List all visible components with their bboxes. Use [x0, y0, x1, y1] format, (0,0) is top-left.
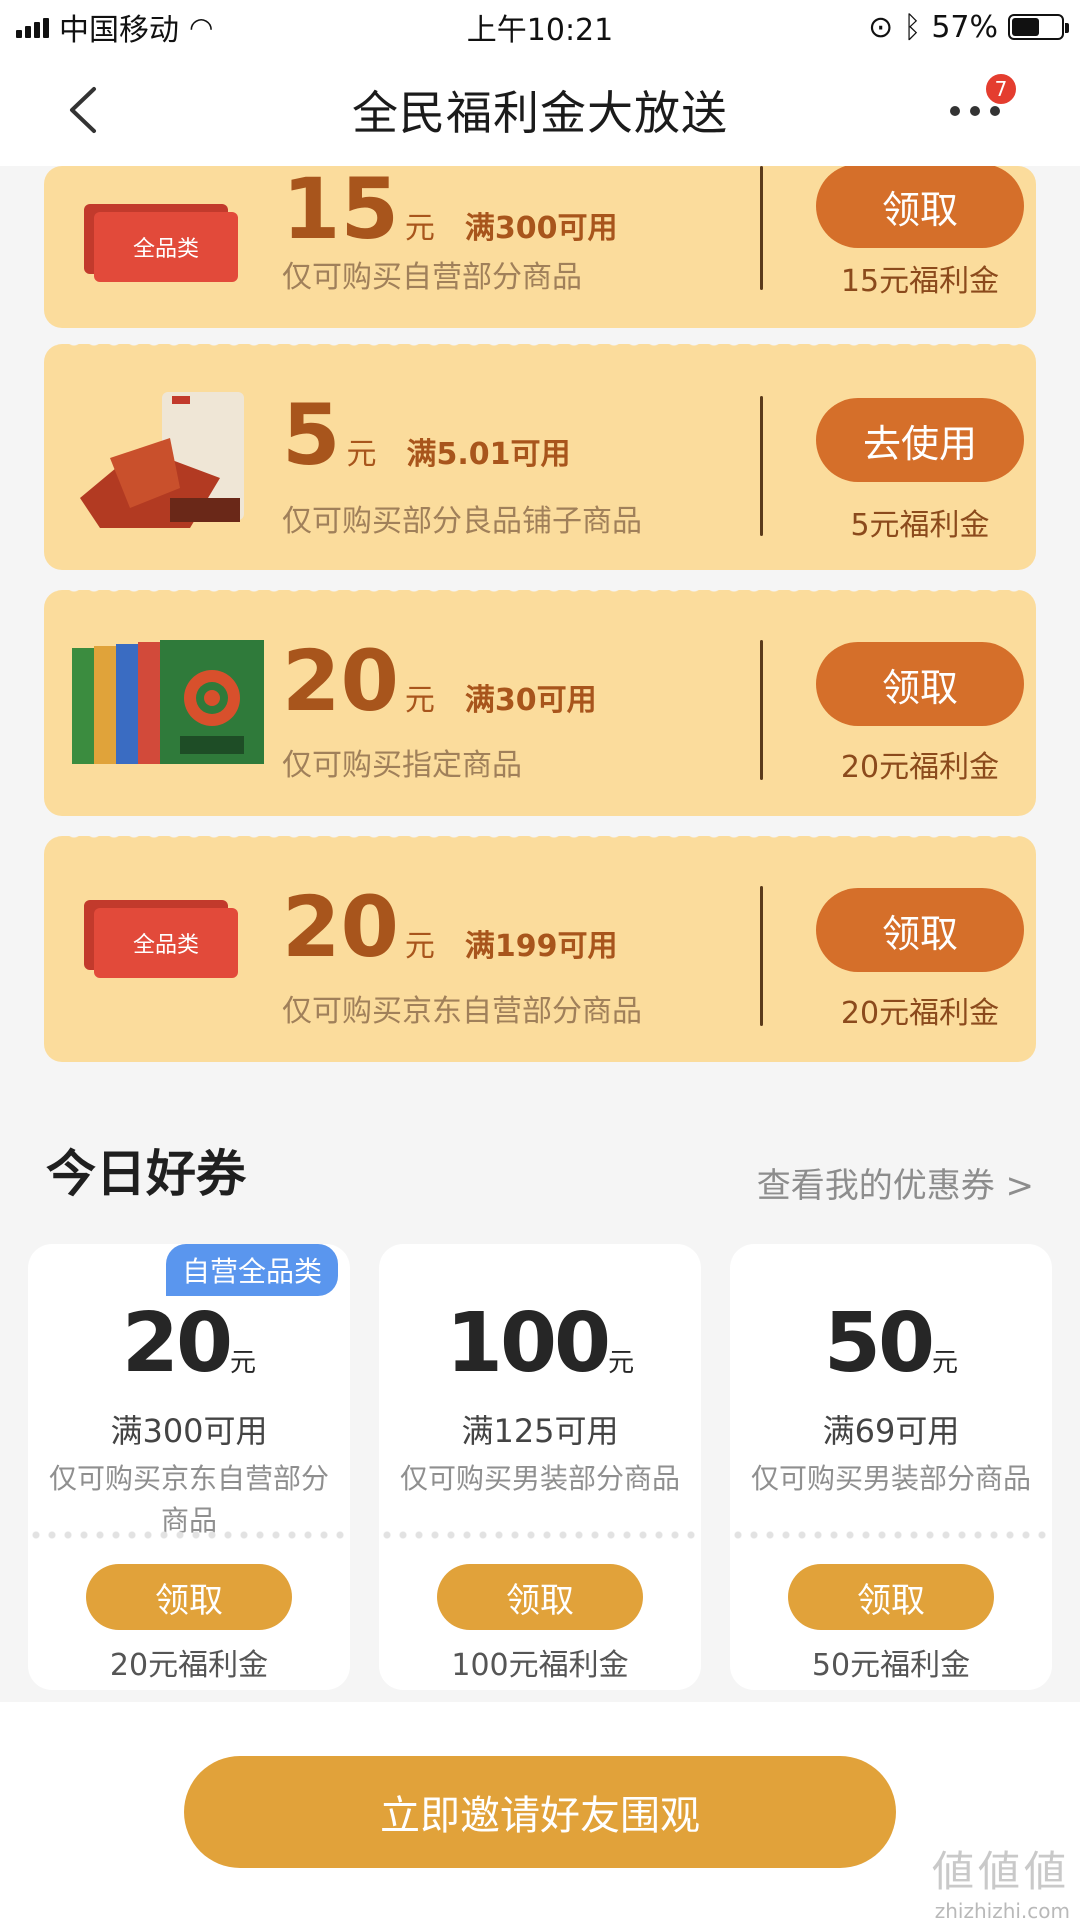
reward-label: 5元福利金: [850, 508, 990, 543]
use-button[interactable]: 去使用: [816, 398, 1024, 482]
coupon-card: 全品类 20 元满199可用 仅可购买京东自营部分商品 领取 20元福利金: [44, 836, 1036, 1062]
book-set-image: [72, 640, 264, 764]
reward-label: 100元福利金: [451, 1648, 629, 1683]
reward-label: 20元福利金: [109, 1648, 269, 1683]
claim-button[interactable]: 领取: [437, 1564, 643, 1630]
reward-label: 20元福利金: [840, 996, 1000, 1031]
watermark-domain: zhizhizhi.com: [934, 1899, 1070, 1920]
claim-button[interactable]: 领取: [816, 166, 1024, 248]
status-bar: 中国移动 ◠ 上午10:21 ⊙ ᛒ 57%: [0, 0, 1080, 54]
claim-button[interactable]: 领取: [816, 888, 1024, 972]
coupon-description: 仅可购买京东自营部分商品: [282, 994, 642, 1029]
claim-button[interactable]: 领取: [816, 642, 1024, 726]
daily-coupon-card: 50元 满69可用 仅可购买男装部分商品 领取 50元福利金: [730, 1244, 1052, 1690]
snack-product-image: [80, 392, 244, 528]
coupon-description: 仅可购买部分良品铺子商品: [282, 504, 642, 539]
chevron-left-icon: [70, 87, 96, 133]
watermark: 値値値 zhizhizhi.com: [932, 1838, 1070, 1920]
reward-label: 15元福利金: [840, 264, 1000, 299]
coupon-condition: 满69可用: [822, 1412, 960, 1450]
coupon-amount: 20 元满30可用: [282, 632, 597, 730]
signal-icon: [16, 16, 49, 38]
claim-button[interactable]: 领取: [86, 1564, 292, 1630]
page-title: 全民福利金大放送: [352, 86, 728, 140]
section-title: 今日好券: [46, 1145, 246, 1203]
coupon-card: 20 元满30可用 仅可购买指定商品 领取 20元福利金: [44, 590, 1036, 816]
ticket-image: 全品类: [94, 212, 238, 282]
coupon-description: 仅可购买男装部分商品: [399, 1462, 680, 1495]
invite-friends-button[interactable]: 立即邀请好友围观: [184, 1756, 896, 1868]
coupon-condition: 满125可用: [461, 1412, 619, 1450]
coupon-amount: 50元: [823, 1296, 959, 1391]
status-time: 上午10:21: [466, 13, 614, 48]
coupon-card: 5 元满5.01可用 仅可购买部分良品铺子商品 去使用 5元福利金: [44, 344, 1036, 570]
coupon-card: 全品类 15 元满300可用 仅可购买自营部分商品 领取 15元福利金: [44, 166, 1036, 328]
orientation-lock-icon: ⊙: [868, 9, 894, 45]
category-badge: 自营全品类: [165, 1244, 338, 1296]
back-button[interactable]: [58, 82, 108, 138]
coupon-amount: 5 元满5.01可用: [282, 386, 571, 484]
notification-badge: 7: [984, 72, 1018, 106]
nav-bar: 全民福利金大放送 7: [0, 54, 1080, 166]
watermark-logo: 値値値: [931, 1847, 1070, 1896]
coupon-condition: 满300可用: [110, 1412, 268, 1450]
wifi-icon: ◠: [189, 10, 214, 44]
coupon-amount: 100元: [445, 1296, 635, 1391]
coupon-amount: 20 元满199可用: [282, 878, 618, 976]
carrier-name: 中国移动: [59, 13, 179, 48]
battery-icon: [1008, 14, 1069, 40]
coupon-description: 仅可购买自营部分商品: [282, 260, 582, 295]
daily-coupon-card: 自营全品类 20元 满300可用 仅可购买京东自营部分商品 领取 20元福利金: [28, 1244, 350, 1690]
bluetooth-icon: ᛒ: [903, 9, 922, 45]
coupon-amount: 15 元满300可用: [282, 166, 618, 258]
view-my-coupons-link[interactable]: 查看我的优惠券 >: [757, 1158, 1034, 1207]
claim-button[interactable]: 领取: [788, 1564, 994, 1630]
coupon-description: 仅可购买男装部分商品: [750, 1462, 1031, 1495]
coupon-amount: 20元: [121, 1296, 257, 1391]
reward-label: 50元福利金: [811, 1648, 971, 1683]
coupon-description: 仅可购买指定商品: [282, 748, 522, 783]
battery-percent: 57%: [931, 9, 998, 45]
reward-label: 20元福利金: [840, 750, 1000, 785]
daily-coupon-card: 100元 满125可用 仅可购买男装部分商品 领取 100元福利金: [379, 1244, 701, 1690]
ticket-image: 全品类: [94, 908, 238, 978]
more-dots-icon: [950, 106, 960, 116]
